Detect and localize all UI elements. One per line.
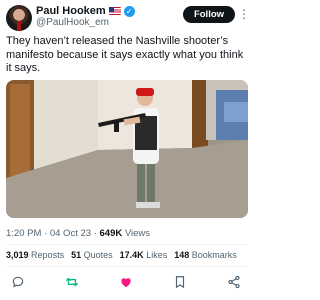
repost-button[interactable] <box>62 273 82 291</box>
author-name-row: Paul Hookem ✓ <box>36 4 135 18</box>
tweet-photo[interactable] <box>6 80 248 218</box>
bookmarks-stat[interactable]: 148 Bookmarks <box>174 250 237 260</box>
bookmark-button[interactable] <box>170 273 190 291</box>
avatar[interactable] <box>6 5 32 31</box>
quotes-label: Quotes <box>83 250 113 260</box>
bookmarks-count: 148 <box>174 250 190 260</box>
tweet-date[interactable]: 04 Oct 23 <box>50 228 91 239</box>
tweet-stats: 3,019 Reposts 51 Quotes 17.4K Likes 148 … <box>6 250 237 260</box>
likes-stat[interactable]: 17.4K Likes <box>120 250 168 260</box>
author-name[interactable]: Paul Hookem <box>36 5 106 17</box>
reposts-label: Reposts <box>31 250 65 260</box>
more-vertical-icon[interactable]: ⋮ <box>237 5 251 23</box>
quotes-stat[interactable]: 51 Quotes <box>71 250 113 260</box>
view-count: 649K <box>99 228 123 239</box>
likes-count: 17.4K <box>119 250 144 260</box>
verified-badge-icon: ✓ <box>123 5 135 17</box>
meta-separator: · <box>93 228 97 239</box>
reposts-count: 3,019 <box>6 250 29 260</box>
divider <box>6 266 248 267</box>
tweet-time[interactable]: 1:20 PM <box>6 228 41 239</box>
author-handle[interactable]: @PaulHook_em <box>36 17 109 28</box>
heart-icon <box>121 278 131 288</box>
us-flag-icon <box>108 7 121 15</box>
meta-separator: · <box>44 228 48 239</box>
quotes-count: 51 <box>71 250 82 260</box>
bookmarks-label: Bookmarks <box>191 250 237 260</box>
reposts-stat[interactable]: 3,019 Reposts <box>6 250 64 260</box>
divider <box>6 244 248 245</box>
action-bar <box>8 273 244 291</box>
bookmark-icon <box>175 276 185 288</box>
like-button[interactable] <box>116 273 136 291</box>
likes-label: Likes <box>146 250 168 260</box>
share-icon <box>228 275 240 289</box>
share-button[interactable] <box>224 273 244 291</box>
reply-icon <box>12 276 24 288</box>
photo-scene <box>6 80 248 218</box>
reply-button[interactable] <box>8 273 28 291</box>
repost-icon <box>66 277 78 287</box>
tweet-meta: 1:20 PM · 04 Oct 23 · 649K Views <box>6 228 150 239</box>
tweet-text: They haven’t released the Nashville shoo… <box>6 35 244 74</box>
follow-button[interactable]: Follow <box>183 6 235 23</box>
views-label: Views <box>124 228 151 239</box>
